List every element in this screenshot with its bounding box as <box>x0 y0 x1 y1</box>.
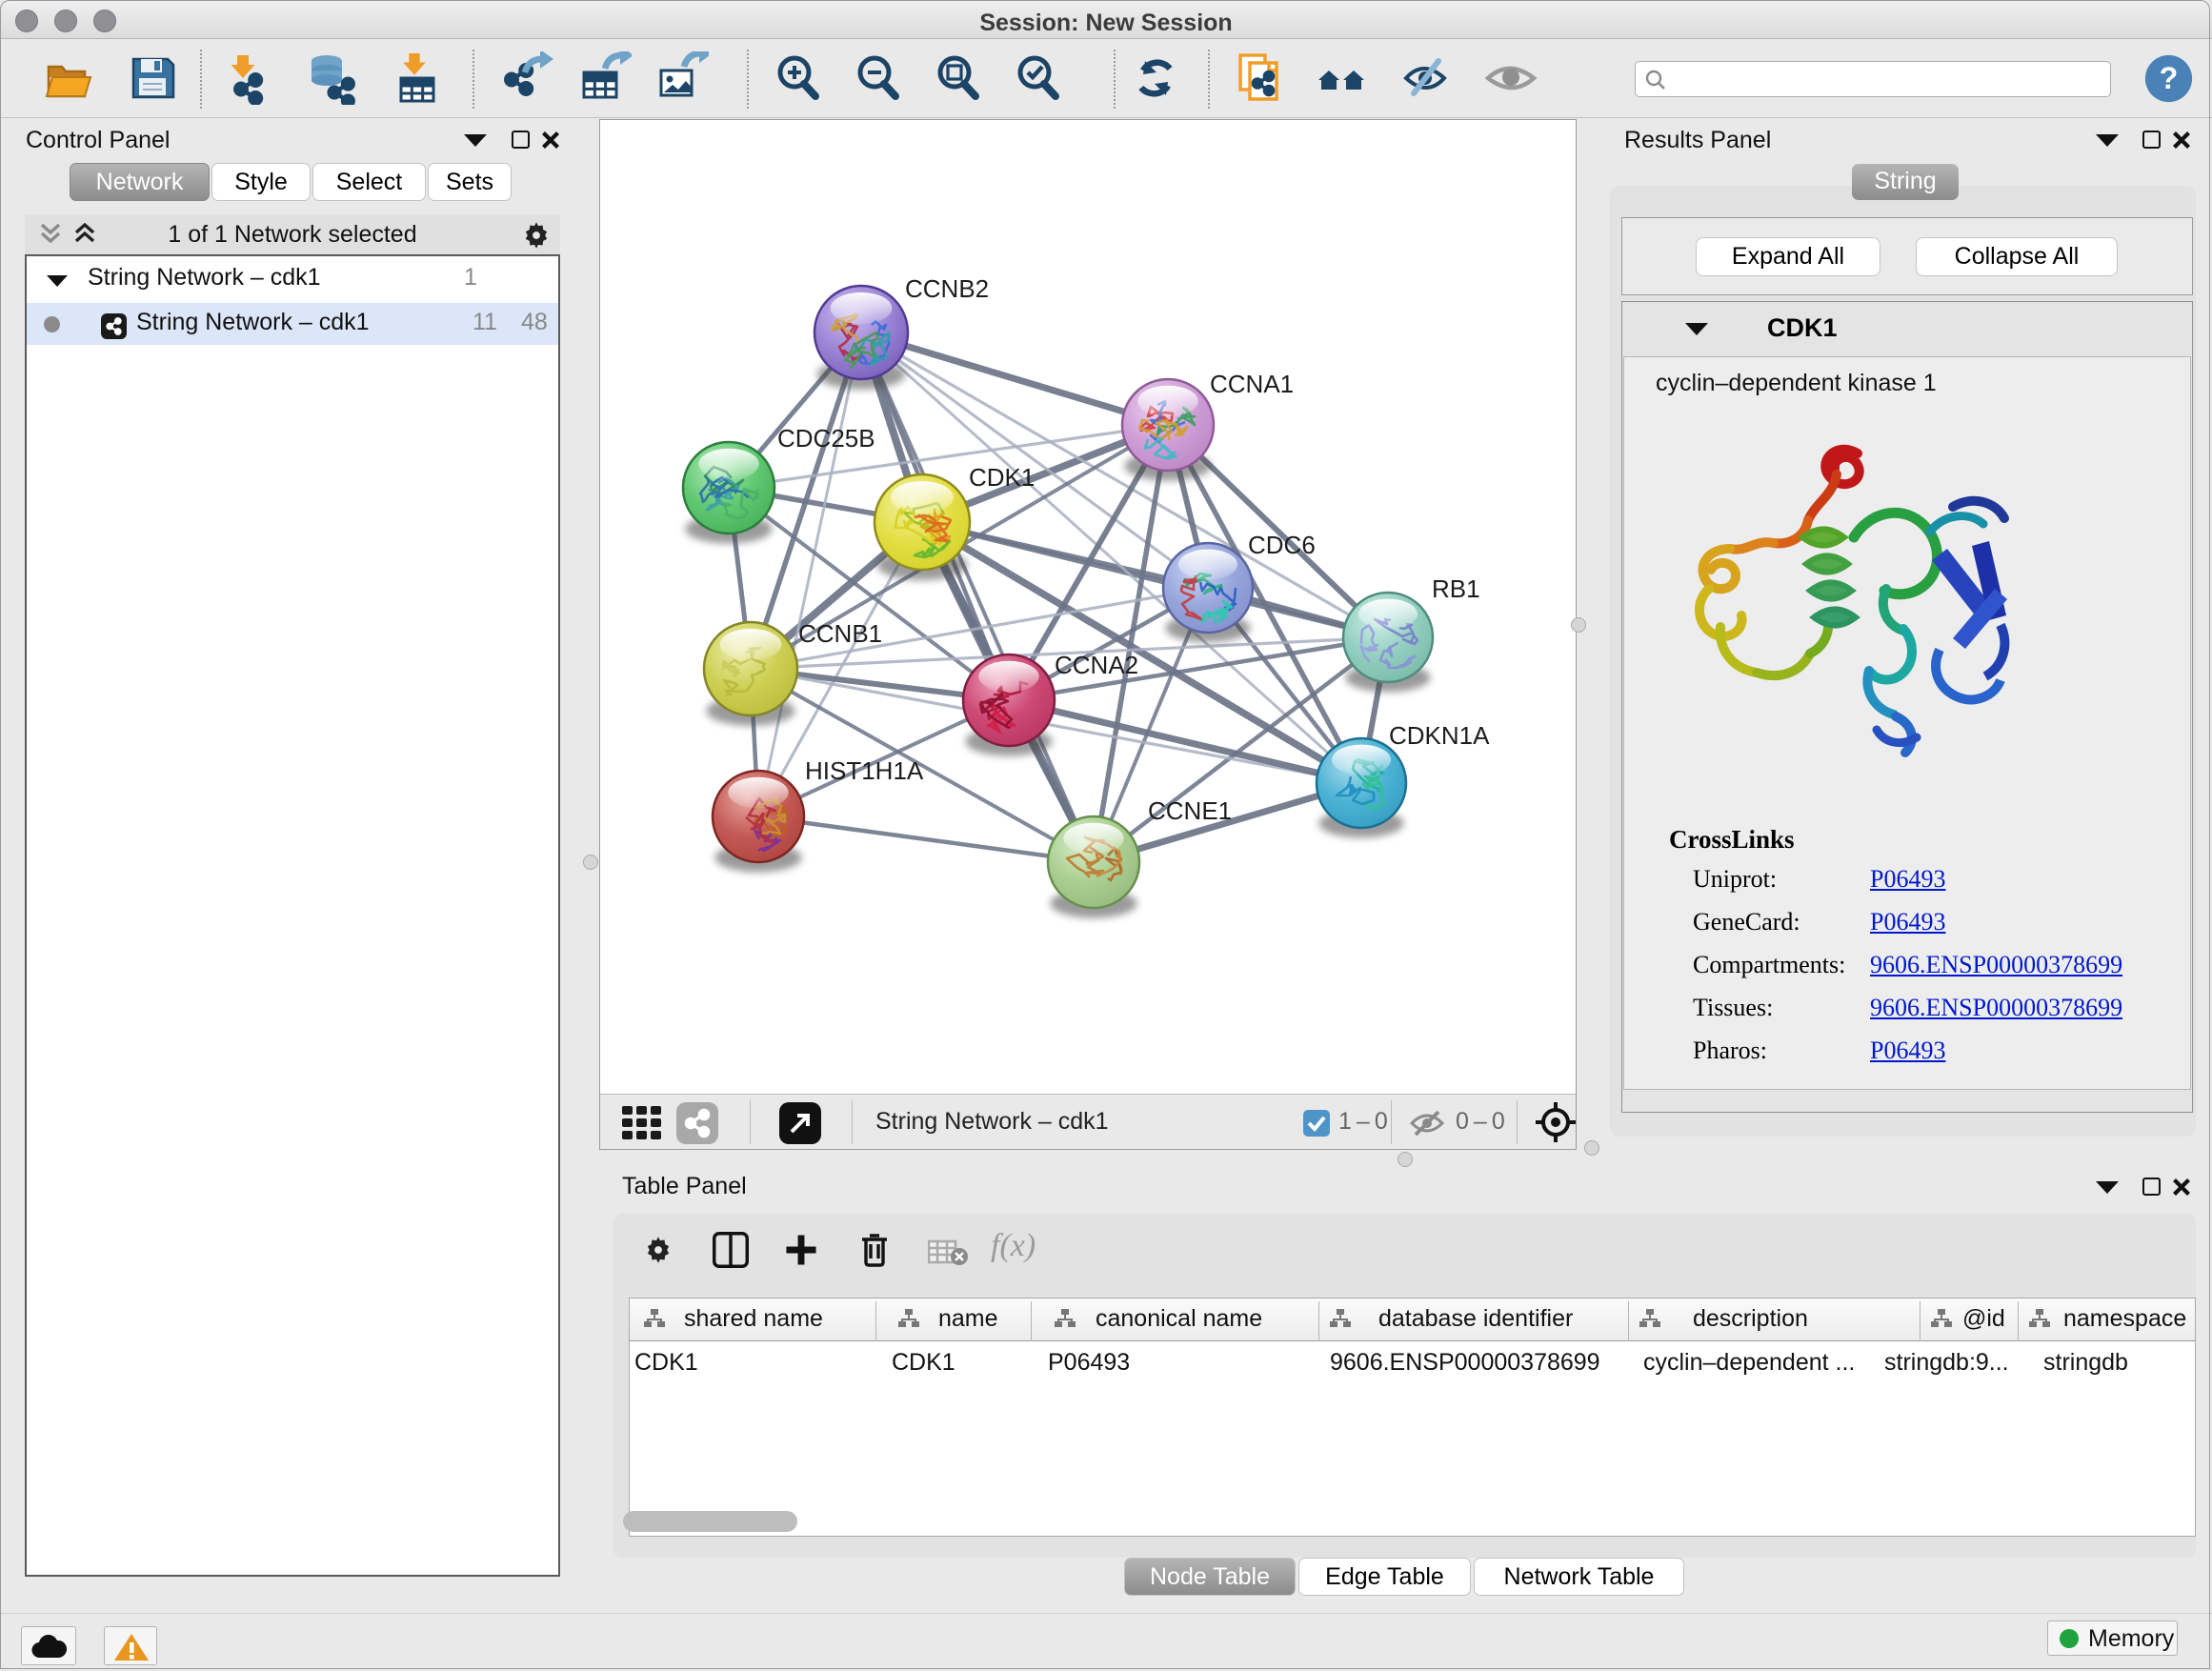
svg-text:CCNB1: CCNB1 <box>798 619 882 648</box>
svg-text:CCNE1: CCNE1 <box>1148 796 1232 825</box>
svg-text:CCNA1: CCNA1 <box>1210 370 1294 398</box>
svg-text:CDK1: CDK1 <box>969 463 1035 492</box>
svg-text:RB1: RB1 <box>1432 574 1480 603</box>
svg-text:CDC6: CDC6 <box>1248 531 1316 559</box>
svg-text:CDKN1A: CDKN1A <box>1389 721 1490 750</box>
svg-text:HIST1H1A: HIST1H1A <box>805 756 924 785</box>
svg-text:?: ? <box>2160 61 2179 95</box>
svg-text:CCNB2: CCNB2 <box>905 274 989 303</box>
svg-text:CDC25B: CDC25B <box>777 424 875 453</box>
svg-text:CCNA2: CCNA2 <box>1055 651 1138 679</box>
